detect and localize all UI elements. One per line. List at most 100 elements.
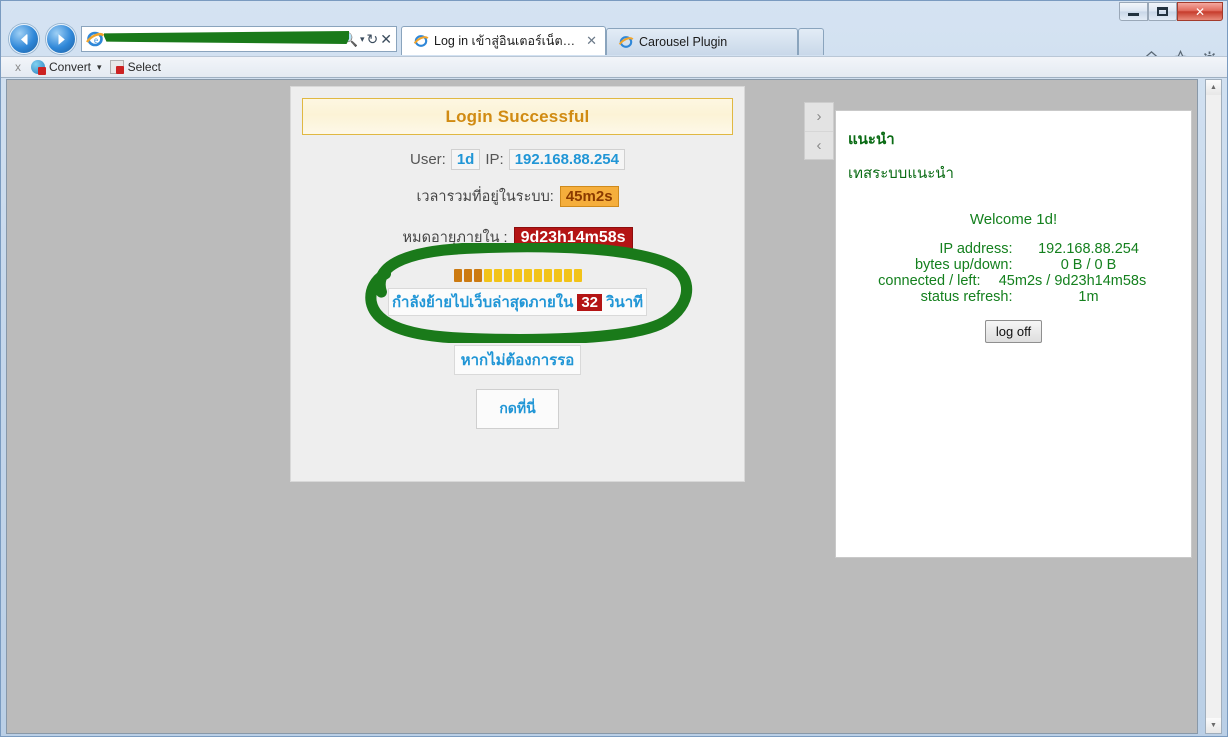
maximize-icon [1157,7,1168,16]
navigation-bar: e 🔍 ▾ ↻ ✕ Log in เข้าสู่อินเตอร์เน็ต W ✕… [1,21,1227,67]
stat-label: bytes up/down: [914,257,1013,273]
progress-block [473,269,482,282]
login-banner: Login Successful [302,98,733,135]
no-wait-wrap: หากไม่ต้องการรอ [291,316,744,375]
status-sidebar-panel: แนะนำ เทสระบบแนะนำ Welcome 1d! IP addres… [835,110,1192,558]
sidebar-heading: แนะนำ [848,131,895,148]
progress-block [563,269,572,282]
progress-block [553,269,562,282]
convert-label: Convert [49,60,92,74]
convert-dropdown-icon[interactable]: ▾ [97,62,102,73]
log-off-button[interactable]: log off [984,320,1043,343]
address-bar[interactable]: e 🔍 ▾ ↻ ✕ [81,26,397,52]
stat-value: 45m2s / 9d23h14m58s [998,273,1147,289]
sidebar-next-button[interactable]: › [805,103,833,132]
vertical-scrollbar[interactable]: ▲ ▼ [1205,79,1222,734]
new-tab-button[interactable] [798,28,824,55]
tab-strip: Log in เข้าสู่อินเตอร์เน็ต Wi-Fi ✕ Carou… [401,26,824,55]
redirect-suffix: วินาที [606,294,644,311]
logoff-wrap: log off [836,320,1191,343]
back-button[interactable] [9,24,39,54]
chevron-down-icon[interactable]: ▾ [360,34,365,44]
click-here-button[interactable]: กดที่นี่ [476,389,559,429]
sidebar-subheading: เทสระบบแนะนำ [848,165,954,182]
redirect-progress-bar [291,269,744,282]
countdown-wrap: กำลังย้ายไปเว็บล่าสุดภายใน 32 วินาที [291,282,744,316]
select-button[interactable]: Select [109,60,161,74]
stat-label: connected / left: [878,273,981,289]
expiry-label: หมดอายุภายใน : [402,230,508,246]
title-bar: ✕ [1,1,1227,21]
user-ip-row: User: 1d IP: 192.168.88.254 [291,149,744,170]
stat-row: connected / left: 45m2s / 9d23h14m58s [869,273,1159,289]
forward-arrow-icon [58,33,65,45]
scroll-down-button[interactable]: ▼ [1206,718,1221,733]
stat-row: bytes up/down: 0 B / 0 B [869,257,1159,273]
internet-explorer-icon: e [85,29,105,49]
welcome-message: Welcome 1d! [969,211,1058,228]
convert-icon [31,60,46,75]
progress-block [513,269,522,282]
tab-close-icon[interactable]: ✕ [586,33,597,49]
stat-row: status refresh: 1m [869,289,1159,305]
minimize-button[interactable] [1119,2,1148,21]
tab-carousel-plugin[interactable]: Carousel Plugin [606,28,798,55]
progress-block [483,269,492,282]
redirect-prefix: กำลังย้ายไปเว็บล่าสุดภายใน [391,294,574,311]
address-bar-icons: 🔍 ▾ ↻ ✕ [341,32,396,46]
pdf-badge-icon [38,67,46,75]
stat-label: status refresh: [920,289,1013,305]
uptime-row: เวลารวมที่อยู่ในระบบ: 45m2s [291,185,744,208]
stat-value: 192.168.88.254 [1038,241,1139,257]
no-wait-label: หากไม่ต้องการรอ [453,345,582,375]
connection-stats: IP address: 192.168.88.254 bytes up/down: 0… [836,241,1191,305]
page-viewport: Login Successful User: 1d IP: 192.168.88… [6,79,1198,734]
window-controls: ✕ [1119,2,1223,21]
expiry-value: 9d23h14m58s [513,226,633,249]
login-status-panel: Login Successful User: 1d IP: 192.168.88… [290,86,745,482]
pdf-badge-icon [115,66,124,74]
tab-label: Log in เข้าสู่อินเตอร์เน็ต Wi-Fi [434,34,578,48]
convert-button[interactable]: Convert [31,60,92,75]
progress-block [543,269,552,282]
progress-block [463,269,472,282]
tab-login[interactable]: Log in เข้าสู่อินเตอร์เน็ต Wi-Fi ✕ [401,26,606,55]
sidebar-prev-button[interactable]: ‹ [805,132,833,160]
tab-label: Carousel Plugin [639,35,728,49]
expiry-row: หมดอายุภายใน : 9d23h14m58s [291,226,744,249]
uptime-value: 45m2s [559,186,619,207]
progress-block [453,269,462,282]
select-icon [109,60,124,74]
minimize-icon [1128,13,1139,16]
forward-button[interactable] [46,24,76,54]
uptime-label: เวลารวมที่อยู่ในระบบ: [416,189,554,205]
search-icon[interactable]: 🔍 [341,32,358,46]
progress-block [503,269,512,282]
user-label: User: [410,151,446,168]
progress-block [533,269,542,282]
redirect-seconds: 32 [577,293,603,311]
ip-value: 192.168.88.254 [508,149,625,170]
progress-block [493,269,502,282]
browser-window: ✕ e 🔍 ▾ ↻ ✕ Log in เข้าสู่อินเตอร์เน็ต W… [0,0,1228,737]
scroll-up-button[interactable]: ▲ [1206,80,1221,95]
ip-label: IP: [485,151,504,168]
click-here-wrap: กดที่นี่ [291,375,744,429]
stop-icon[interactable]: ✕ [380,32,392,46]
close-button[interactable]: ✕ [1177,2,1223,21]
tab-favicon-icon [618,34,634,50]
addon-toolbar: x Convert ▾ Select [1,56,1227,78]
sidebar-nav-buttons: › ‹ [804,102,834,160]
tab-favicon-icon [413,33,429,49]
select-label: Select [127,60,161,74]
stat-label: IP address: [939,241,1013,257]
addon-close-icon[interactable]: x [15,60,21,74]
user-value: 1d [450,149,481,170]
redirect-countdown: กำลังย้ายไปเว็บล่าสุดภายใน 32 วินาที [387,288,648,316]
refresh-icon[interactable]: ↻ [367,32,379,46]
progress-block [573,269,582,282]
svg-text:e: e [94,35,98,45]
maximize-button[interactable] [1148,2,1177,21]
progress-block [523,269,532,282]
stat-row: IP address: 192.168.88.254 [869,241,1159,257]
